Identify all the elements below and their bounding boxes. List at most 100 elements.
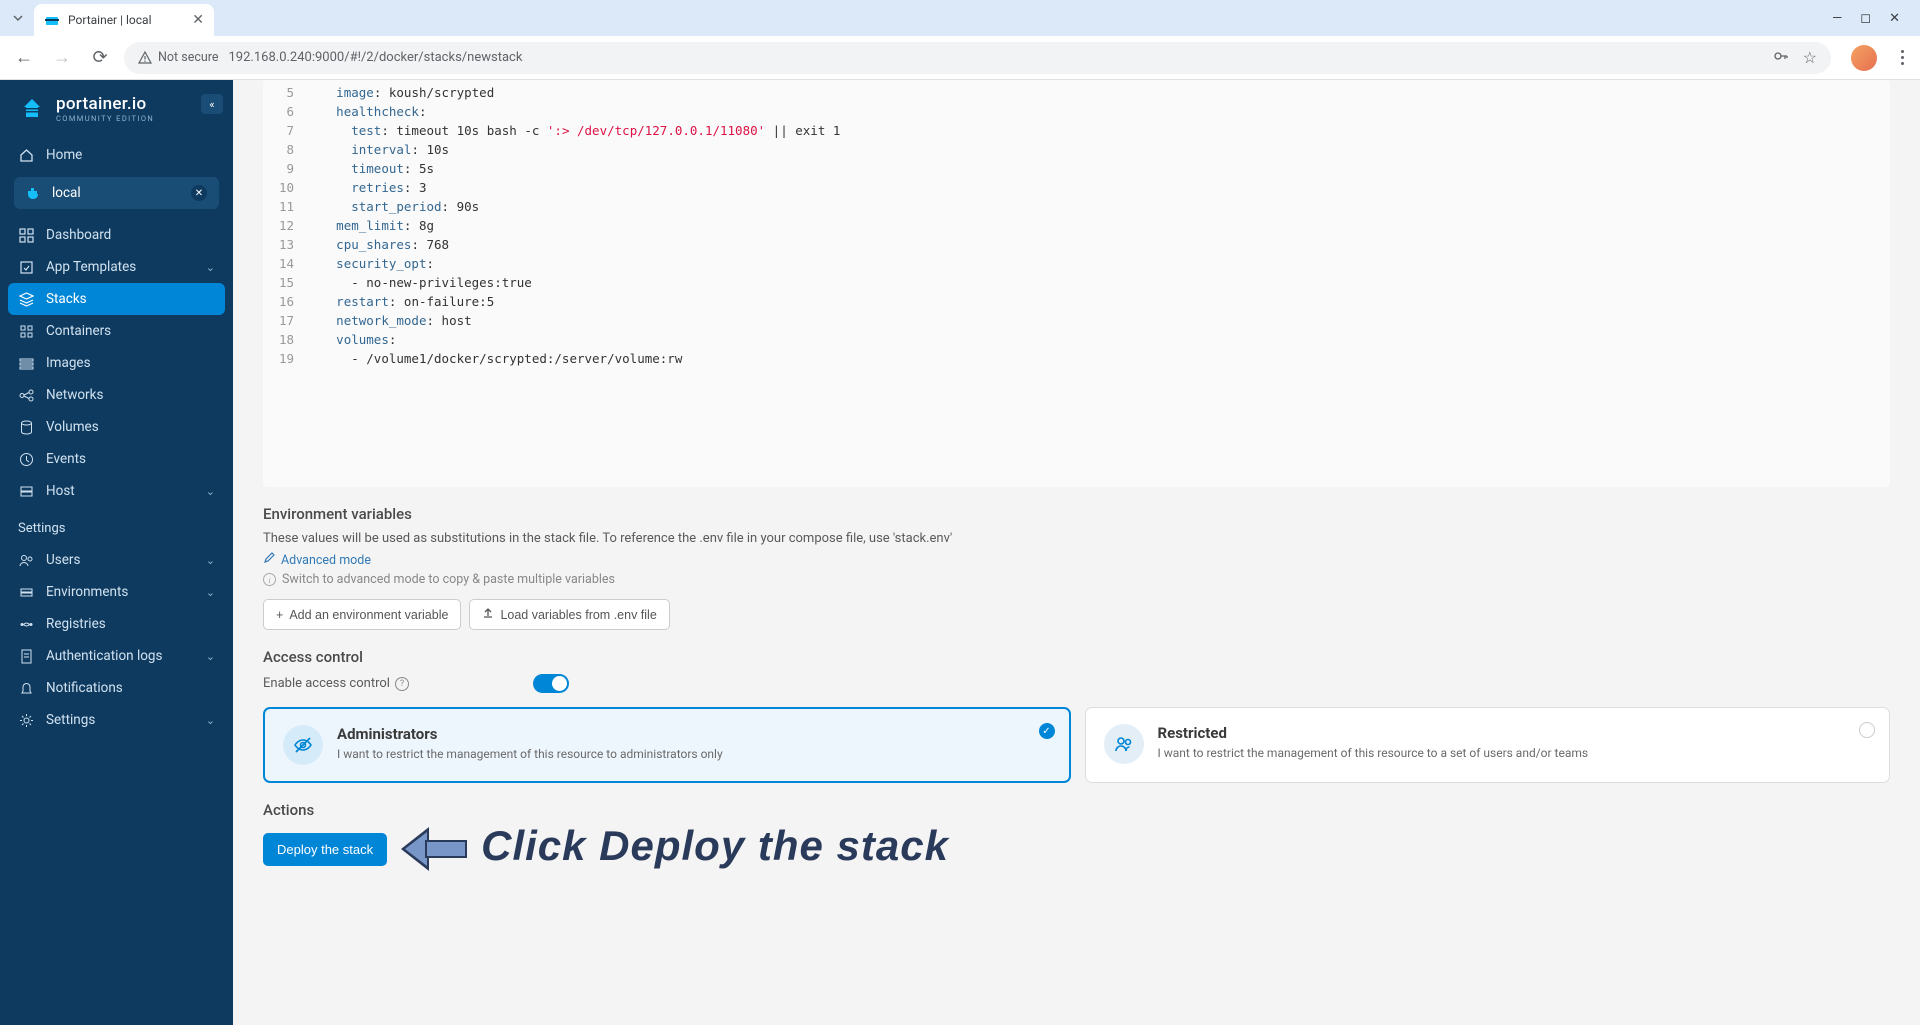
eye-off-icon <box>283 725 323 765</box>
reload-icon[interactable]: ⟳ <box>86 44 114 72</box>
logo-sub: COMMUNITY EDITION <box>56 114 154 123</box>
sidebar-item-host[interactable]: Host ⌄ <box>0 475 233 507</box>
editor-card: 5678910111213141516171819 image: koush/s… <box>263 80 1890 487</box>
deploy-stack-button[interactable]: Deploy the stack <box>263 833 387 866</box>
sidebar-item-auth-logs[interactable]: Authentication logs ⌄ <box>0 640 233 672</box>
home-icon <box>18 147 34 163</box>
sidebar-item-images[interactable]: Images <box>0 347 233 379</box>
docker-icon <box>26 185 42 201</box>
not-secure-badge[interactable]: Not secure <box>138 50 219 65</box>
env-desc: These values will be used as substitutio… <box>263 531 1890 546</box>
key-icon[interactable] <box>1773 48 1789 68</box>
actions-title: Actions <box>263 801 1890 819</box>
sidebar-item-networks[interactable]: Networks <box>0 379 233 411</box>
back-icon[interactable]: ← <box>10 44 38 72</box>
browser-tab[interactable]: Portainer | local ✕ <box>34 4 214 36</box>
auth-logs-icon <box>18 648 34 664</box>
tab-favicon-icon <box>44 12 60 28</box>
help-icon[interactable]: ? <box>395 677 409 691</box>
admin-title: Administrators <box>337 725 1051 743</box>
chevron-down-icon: ⌄ <box>206 714 215 727</box>
registries-icon <box>18 616 34 632</box>
logo-main: portainer.io <box>56 94 154 114</box>
advanced-mode-link[interactable]: Advanced mode <box>263 552 1890 568</box>
users-icon <box>18 552 34 568</box>
templates-icon <box>18 259 34 275</box>
env-close-icon[interactable]: ✕ <box>191 185 207 201</box>
info-icon: i <box>263 573 276 586</box>
sidebar-item-notifications[interactable]: Notifications <box>0 672 233 704</box>
sidebar-item-home[interactable]: Home <box>0 139 233 171</box>
forward-icon[interactable]: → <box>48 44 76 72</box>
access-control-toggle[interactable] <box>533 674 569 693</box>
browser-nav-bar: ← → ⟳ Not secure 192.168.0.240:9000/#!/2… <box>0 36 1920 80</box>
sidebar-item-environments[interactable]: Environments ⌄ <box>0 576 233 608</box>
tutorial-annotation: Click Deploy the stack <box>401 821 949 871</box>
tab-close-icon[interactable]: ✕ <box>192 12 204 28</box>
volumes-icon <box>18 419 34 435</box>
portainer-logo-icon <box>18 95 46 123</box>
access-card-restricted[interactable]: Restricted I want to restrict the manage… <box>1085 707 1891 783</box>
sidebar: portainer.io COMMUNITY EDITION « Home lo… <box>0 80 233 1025</box>
access-title: Access control <box>263 648 1890 666</box>
access-control-section: Access control Enable access control ? <box>263 630 1890 783</box>
stacks-icon <box>18 291 34 307</box>
sidebar-item-registries[interactable]: Registries <box>0 608 233 640</box>
sidebar-item-containers[interactable]: Containers <box>0 315 233 347</box>
networks-icon <box>18 387 34 403</box>
dashboard-icon <box>18 227 34 243</box>
minimize-icon[interactable]: — <box>1832 11 1842 26</box>
annotation-text: Click Deploy the stack <box>481 822 949 870</box>
sidebar-item-events[interactable]: Events <box>0 443 233 475</box>
star-icon[interactable]: ☆ <box>1803 48 1817 67</box>
window-controls: — ◻ ✕ <box>1832 11 1912 26</box>
maximize-icon[interactable]: ◻ <box>1860 11 1871 26</box>
upload-icon <box>482 607 494 622</box>
env-vars-section: Environment variables These values will … <box>263 487 1890 630</box>
sidebar-item-dashboard[interactable]: Dashboard <box>0 219 233 251</box>
sidebar-item-volumes[interactable]: Volumes <box>0 411 233 443</box>
settings-section-label: Settings <box>0 507 233 544</box>
line-gutter: 5678910111213141516171819 <box>263 80 306 487</box>
arrow-icon <box>401 821 471 871</box>
url-text: 192.168.0.240:9000/#!/2/docker/stacks/ne… <box>229 50 523 65</box>
tab-bar: Portainer | local ✕ — ◻ ✕ <box>0 0 1920 36</box>
yaml-editor[interactable]: 5678910111213141516171819 image: koush/s… <box>263 80 1890 487</box>
gear-icon <box>18 712 34 728</box>
url-bar[interactable]: Not secure 192.168.0.240:9000/#!/2/docke… <box>124 42 1831 74</box>
edit-icon <box>263 552 275 568</box>
chevron-down-icon: ⌄ <box>206 554 215 567</box>
chevron-down-icon: ⌄ <box>206 586 215 599</box>
profile-avatar[interactable] <box>1851 45 1877 71</box>
sidebar-item-stacks[interactable]: Stacks <box>8 283 225 315</box>
sidebar-item-app-templates[interactable]: App Templates ⌄ <box>0 251 233 283</box>
admin-desc: I want to restrict the management of thi… <box>337 747 1051 761</box>
access-card-administrators[interactable]: Administrators I want to restrict the ma… <box>263 707 1071 783</box>
code-area[interactable]: image: koush/scrypted healthcheck: test:… <box>306 80 1890 487</box>
containers-icon <box>18 323 34 339</box>
restricted-desc: I want to restrict the management of thi… <box>1158 746 1872 760</box>
sidebar-item-settings[interactable]: Settings ⌄ <box>0 704 233 736</box>
environments-icon <box>18 584 34 600</box>
browser-chrome: Portainer | local ✕ — ◻ ✕ ← → ⟳ Not secu… <box>0 0 1920 80</box>
users-group-icon <box>1104 724 1144 764</box>
tab-dropdown-icon[interactable] <box>8 8 28 28</box>
bell-icon <box>18 680 34 696</box>
actions-section: Actions Deploy the stack Click Deploy th… <box>263 783 1890 871</box>
load-env-file-button[interactable]: Load variables from .env file <box>469 599 669 630</box>
environment-pill[interactable]: local ✕ <box>14 177 219 209</box>
browser-menu-icon[interactable] <box>1895 50 1910 65</box>
close-window-icon[interactable]: ✕ <box>1889 11 1900 26</box>
env-title: Environment variables <box>263 505 1890 523</box>
radio-unchecked-icon <box>1859 722 1875 738</box>
enable-access-label: Enable access control ? <box>263 676 409 691</box>
collapse-sidebar-icon[interactable]: « <box>201 94 223 114</box>
chevron-down-icon: ⌄ <box>206 485 215 498</box>
restricted-title: Restricted <box>1158 724 1872 742</box>
add-env-var-button[interactable]: + Add an environment variable <box>263 599 461 630</box>
main-content: 5678910111213141516171819 image: koush/s… <box>233 80 1920 1025</box>
tab-title: Portainer | local <box>68 13 152 27</box>
advanced-hint: i Switch to advanced mode to copy & past… <box>263 572 1890 587</box>
check-icon: ✓ <box>1039 723 1055 739</box>
sidebar-item-users[interactable]: Users ⌄ <box>0 544 233 576</box>
